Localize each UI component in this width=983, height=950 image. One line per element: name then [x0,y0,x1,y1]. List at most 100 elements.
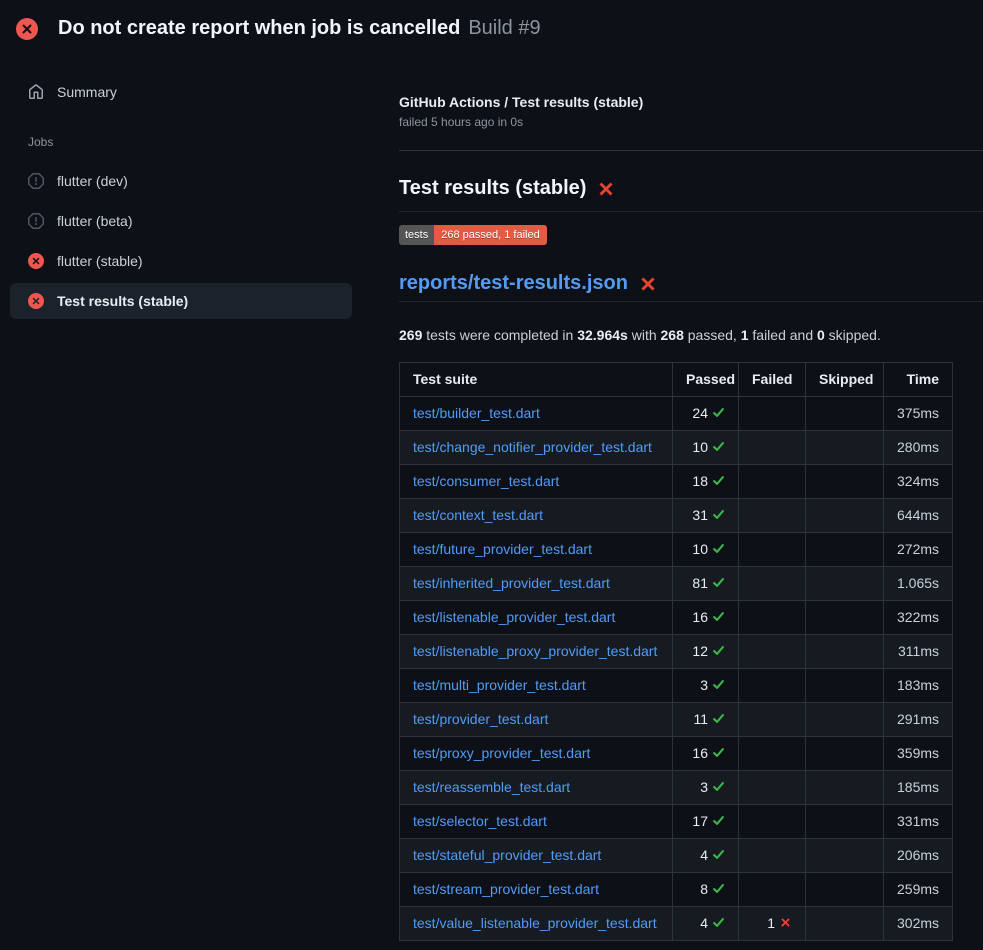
suite-link[interactable]: test/listenable_provider_test.dart [413,609,615,625]
passed-cell: 8 [673,873,739,907]
sidebar-item-test-results-stable[interactable]: Test results (stable) [10,283,352,319]
suite-link[interactable]: test/context_test.dart [413,507,543,523]
suite-link[interactable]: test/stateful_provider_test.dart [413,847,601,863]
suite-link[interactable]: test/reassemble_test.dart [413,779,570,795]
failed-cell [739,567,806,601]
tests-badge: tests 268 passed, 1 failed [399,225,547,245]
passed-cell: 24 [673,397,739,431]
section-heading: Test results (stable) [399,177,983,212]
header-divider [399,150,983,151]
suite-link[interactable]: test/provider_test.dart [413,711,548,727]
green-check-icon [712,848,725,861]
sidebar-item-summary[interactable]: Summary [10,76,352,108]
table-row: test/inherited_provider_test.dart811.065… [400,567,953,601]
suite-cell: test/stateful_provider_test.dart [400,839,673,873]
time-cell: 322ms [884,601,953,635]
passed-cell: 3 [673,669,739,703]
suite-cell: test/provider_test.dart [400,703,673,737]
passed-cell: 17 [673,805,739,839]
suite-link[interactable]: test/value_listenable_provider_test.dart [413,915,657,931]
home-icon [28,84,44,100]
failed-cell [739,465,806,499]
failed-cell [739,805,806,839]
table-row: test/future_provider_test.dart10272ms [400,533,953,567]
job-label: flutter (stable) [57,253,143,269]
passed-cell: 18 [673,465,739,499]
col-header-passed: Passed [673,363,739,397]
red-cross-icon [638,274,658,294]
suite-link[interactable]: test/change_notifier_provider_test.dart [413,439,652,455]
summary-number: 32.964s [577,327,628,343]
main-content: GitHub Actions / Test results (stable) f… [389,57,983,941]
table-row: test/builder_test.dart 24 375ms [400,397,953,431]
build-title: Do not create report when job is cancell… [58,17,460,40]
time-cell: 259ms [884,873,953,907]
failed-cell: 1 [739,907,806,941]
skipped-cell [806,397,884,431]
table-row: test/listenable_proxy_provider_test.dart… [400,635,953,669]
time-cell: 359ms [884,737,953,771]
skipped-cell [806,499,884,533]
sidebar-item-flutter-dev[interactable]: flutter (dev) [10,163,352,199]
summary-number: 0 [817,327,825,343]
test-results-table: Test suitePassedFailedSkippedTime test/b… [399,362,953,941]
suite-link[interactable]: test/consumer_test.dart [413,473,559,489]
failed-x-circle-icon [28,293,44,309]
suite-link[interactable]: test/inherited_provider_test.dart [413,575,610,591]
suite-link[interactable]: test/future_provider_test.dart [413,541,592,557]
suite-link[interactable]: test/listenable_proxy_provider_test.dart [413,643,657,659]
job-label: flutter (dev) [57,173,128,189]
passed-cell: 3 [673,771,739,805]
col-header-time: Time [884,363,953,397]
suite-cell: test/reassemble_test.dart [400,771,673,805]
table-row: test/reassemble_test.dart 3 185ms [400,771,953,805]
failed-cell [739,533,806,567]
suite-link[interactable]: test/proxy_provider_test.dart [413,745,590,761]
passed-cell: 12 [673,635,739,669]
cancelled-stop-icon [28,213,44,229]
sidebar-item-flutter-stable[interactable]: flutter (stable) [10,243,352,279]
time-cell: 302ms [884,907,953,941]
time-cell: 1.065s [884,567,953,601]
time-cell: 280ms [884,431,953,465]
summary-number: 268 [661,327,684,343]
failed-cell [739,703,806,737]
table-row: test/change_notifier_provider_test.dart1… [400,431,953,465]
failed-cell [739,771,806,805]
skipped-cell [806,669,884,703]
skipped-cell [806,431,884,465]
badge-label: tests [399,225,434,245]
suite-cell: test/listenable_provider_test.dart [400,601,673,635]
suite-link[interactable]: test/multi_provider_test.dart [413,677,586,693]
table-row: test/provider_test.dart11291ms [400,703,953,737]
sidebar-jobs-list: flutter (dev) flutter (beta) flutter (stab… [0,163,389,319]
skipped-cell [806,567,884,601]
time-cell: 331ms [884,805,953,839]
cancelled-stop-icon [28,173,44,189]
report-file-link[interactable]: reports/test-results.json [399,272,628,295]
suite-cell: test/selector_test.dart [400,805,673,839]
green-check-icon [712,780,725,793]
failed-x-circle-icon [16,18,38,40]
suite-link[interactable]: test/stream_provider_test.dart [413,881,599,897]
failed-cell [739,431,806,465]
skipped-cell [806,703,884,737]
time-cell: 644ms [884,499,953,533]
job-label: flutter (beta) [57,213,132,229]
suite-cell: test/inherited_provider_test.dart [400,567,673,601]
suite-link[interactable]: test/builder_test.dart [413,405,540,421]
passed-cell: 11 [673,703,739,737]
green-check-icon [712,712,725,725]
green-check-icon [712,746,725,759]
suite-cell: test/future_provider_test.dart [400,533,673,567]
suite-link[interactable]: test/selector_test.dart [413,813,547,829]
time-cell: 375ms [884,397,953,431]
green-check-icon [712,508,725,521]
time-cell: 185ms [884,771,953,805]
table-body: test/builder_test.dart24375mstest/change… [400,397,953,941]
green-check-icon [712,406,725,419]
failed-cell [739,635,806,669]
passed-cell: 16 [673,737,739,771]
table-row: test/listenable_provider_test.dart16322m… [400,601,953,635]
sidebar-item-flutter-beta[interactable]: flutter (beta) [10,203,352,239]
